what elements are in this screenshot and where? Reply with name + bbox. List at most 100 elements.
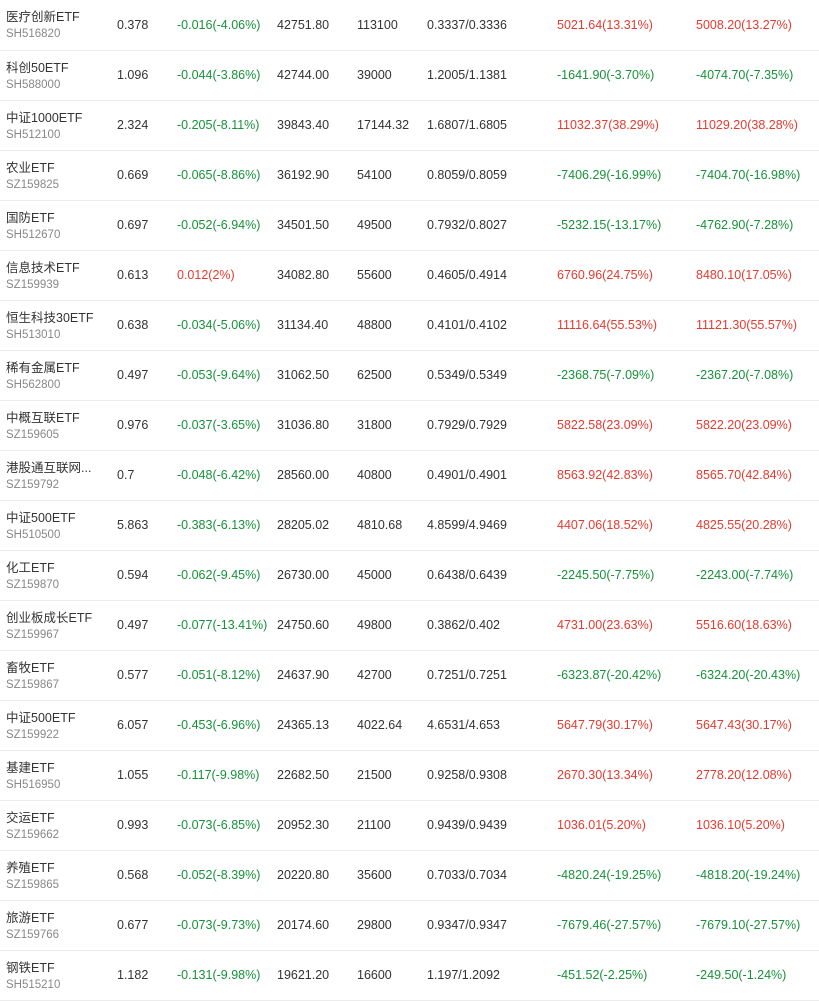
fund-code: SH515210 [6, 978, 61, 991]
total-profit-loss-cell: 11121.30(55.57%) [696, 318, 798, 332]
fund-name[interactable]: 医疗创新ETF [6, 9, 108, 25]
profit-loss-cell: -1641.90(-3.70%) [557, 68, 655, 82]
price-cell: 0.568 [117, 868, 149, 882]
cost-cell: 0.8059/0.8059 [427, 168, 507, 182]
price-cell: 0.577 [117, 668, 149, 682]
fund-name-cell: 钢铁ETF SH515210 [0, 950, 117, 1000]
table-row[interactable]: 中证500ETF SZ159922 6.057 -0.453(-6.96%) 24365… [0, 700, 819, 750]
fund-code: SH512100 [6, 128, 61, 141]
profit-loss-cell: 2670.30(13.34%) [557, 768, 653, 782]
holdings-body: 医疗创新ETF SH516820 0.378 -0.016(-4.06%) 42751.… [0, 0, 819, 1000]
fund-name[interactable]: 国防ETF [6, 210, 108, 226]
price-cell: 1.182 [117, 968, 149, 982]
price-cell: 0.497 [117, 368, 149, 382]
shares-cell: 21100 [357, 818, 391, 832]
shares-cell: 49800 [357, 618, 392, 632]
value-cell: 31036.80 [277, 418, 330, 432]
table-row[interactable]: 稀有金属ETF SH562800 0.497 -0.053(-9.64%) 31062.… [0, 350, 819, 400]
value-cell: 19621.20 [277, 968, 330, 982]
table-row[interactable]: 医疗创新ETF SH516820 0.378 -0.016(-4.06%) 42751.… [0, 0, 819, 50]
fund-code: SH516820 [6, 28, 61, 41]
change-cell: -0.034(-5.06%) [177, 318, 261, 332]
total-profit-loss-cell: -7404.70(-16.98%) [696, 168, 801, 182]
table-row[interactable]: 中证500ETF SH510500 5.863 -0.383(-6.13%) 28205… [0, 500, 819, 550]
profit-loss-cell: -7406.29(-16.99%) [557, 168, 662, 182]
fund-name-cell: 信息技术ETF SZ159939 [0, 250, 117, 300]
profit-loss-cell: 6760.96(24.75%) [557, 268, 653, 282]
fund-name[interactable]: 畜牧ETF [6, 660, 108, 676]
fund-name[interactable]: 中证1000ETF [6, 110, 108, 126]
value-cell: 22682.50 [277, 768, 330, 782]
fund-name[interactable]: 恒生科技30ETF [6, 310, 108, 326]
fund-code: SH516950 [6, 778, 61, 791]
value-cell: 20952.30 [277, 818, 330, 832]
cost-cell: 0.9439/0.9439 [427, 818, 507, 832]
fund-name[interactable]: 中概互联ETF [6, 410, 108, 426]
shares-cell: 17144.32 [357, 118, 410, 132]
shares-cell: 54100 [357, 168, 392, 182]
table-row[interactable]: 信息技术ETF SZ159939 0.613 0.012(2%) 34082.80 556… [0, 250, 819, 300]
table-row[interactable]: 养殖ETF SZ159865 0.568 -0.052(-8.39%) 20220.80… [0, 850, 819, 900]
price-cell: 1.096 [117, 68, 149, 82]
table-row[interactable]: 港股通互联网... SZ159792 0.7 -0.048(-6.42%) 28560.… [0, 450, 819, 500]
fund-code: SZ159792 [6, 478, 60, 491]
fund-name[interactable]: 中证500ETF [6, 510, 108, 526]
total-profit-loss-cell: -4762.90(-7.28%) [696, 218, 794, 232]
fund-name[interactable]: 基建ETF [6, 760, 108, 776]
fund-name-cell: 交运ETF SZ159662 [0, 800, 117, 850]
table-row[interactable]: 基建ETF SH516950 1.055 -0.117(-9.98%) 22682.50… [0, 750, 819, 800]
table-row[interactable]: 创业板成长ETF SZ159967 0.497 -0.077(-13.41%) 2475… [0, 600, 819, 650]
table-row[interactable]: 畜牧ETF SZ159867 0.577 -0.051(-8.12%) 24637.90… [0, 650, 819, 700]
total-profit-loss-cell: 1036.10(5.20%) [696, 818, 785, 832]
table-row[interactable]: 旅游ETF SZ159766 0.677 -0.073(-9.73%) 20174.60… [0, 900, 819, 950]
value-cell: 39843.40 [277, 118, 330, 132]
fund-name-cell: 基建ETF SH516950 [0, 750, 117, 800]
fund-name[interactable]: 中证500ETF [6, 710, 108, 726]
fund-name[interactable]: 钢铁ETF [6, 960, 108, 976]
fund-name[interactable]: 养殖ETF [6, 860, 108, 876]
profit-loss-cell: -4820.24(-19.25%) [557, 868, 662, 882]
fund-name[interactable]: 科创50ETF [6, 60, 108, 76]
fund-name[interactable]: 信息技术ETF [6, 260, 108, 276]
fund-code: SZ159922 [6, 728, 60, 741]
shares-cell: 55600 [357, 268, 392, 282]
change-cell: -0.077(-13.41%) [177, 618, 268, 632]
profit-loss-cell: 8563.92(42.83%) [557, 468, 653, 482]
change-cell: -0.037(-3.65%) [177, 418, 261, 432]
fund-name[interactable]: 交运ETF [6, 810, 108, 826]
fund-name[interactable]: 农业ETF [6, 160, 108, 176]
change-cell: -0.453(-6.96%) [177, 718, 261, 732]
fund-code: SZ159967 [6, 628, 60, 641]
fund-name-cell: 养殖ETF SZ159865 [0, 850, 117, 900]
cost-cell: 0.4101/0.4102 [427, 318, 507, 332]
table-row[interactable]: 恒生科技30ETF SH513010 0.638 -0.034(-5.06%) 3113… [0, 300, 819, 350]
table-row[interactable]: 钢铁ETF SH515210 1.182 -0.131(-9.98%) 19621.20… [0, 950, 819, 1000]
fund-name-cell: 中概互联ETF SZ159605 [0, 400, 117, 450]
table-row[interactable]: 农业ETF SZ159825 0.669 -0.065(-8.86%) 36192.90… [0, 150, 819, 200]
table-row[interactable]: 化工ETF SZ159870 0.594 -0.062(-9.45%) 26730.00… [0, 550, 819, 600]
profit-loss-cell: -6323.87(-20.42%) [557, 668, 662, 682]
fund-name[interactable]: 创业板成长ETF [6, 610, 108, 626]
change-cell: -0.131(-9.98%) [177, 968, 261, 982]
fund-name-cell: 港股通互联网... SZ159792 [0, 450, 117, 500]
total-profit-loss-cell: 5008.20(13.27%) [696, 17, 792, 32]
shares-cell: 62500 [357, 368, 392, 382]
cost-cell: 1.2005/1.1381 [427, 68, 507, 82]
fund-name[interactable]: 稀有金属ETF [6, 360, 108, 376]
table-row[interactable]: 国防ETF SH512670 0.697 -0.052(-6.94%) 34501.50… [0, 200, 819, 250]
fund-name[interactable]: 港股通互联网... [6, 460, 108, 476]
profit-loss-cell: 5822.58(23.09%) [557, 418, 653, 432]
fund-name-cell: 稀有金属ETF SH562800 [0, 350, 117, 400]
value-cell: 34501.50 [277, 218, 330, 232]
profit-loss-cell: -451.52(-2.25%) [557, 968, 648, 982]
table-row[interactable]: 交运ETF SZ159662 0.993 -0.073(-6.85%) 20952.30… [0, 800, 819, 850]
value-cell: 28205.02 [277, 518, 330, 532]
total-profit-loss-cell: 5647.43(30.17%) [696, 718, 792, 732]
fund-name[interactable]: 旅游ETF [6, 910, 108, 926]
cost-cell: 0.9258/0.9308 [427, 768, 507, 782]
table-row[interactable]: 中证1000ETF SH512100 2.324 -0.205(-8.11%) 3984… [0, 100, 819, 150]
shares-cell: 21500 [357, 768, 392, 782]
fund-name[interactable]: 化工ETF [6, 560, 108, 576]
table-row[interactable]: 科创50ETF SH588000 1.096 -0.044(-3.86%) 42744.… [0, 50, 819, 100]
table-row[interactable]: 中概互联ETF SZ159605 0.976 -0.037(-3.65%) 31036.… [0, 400, 819, 450]
